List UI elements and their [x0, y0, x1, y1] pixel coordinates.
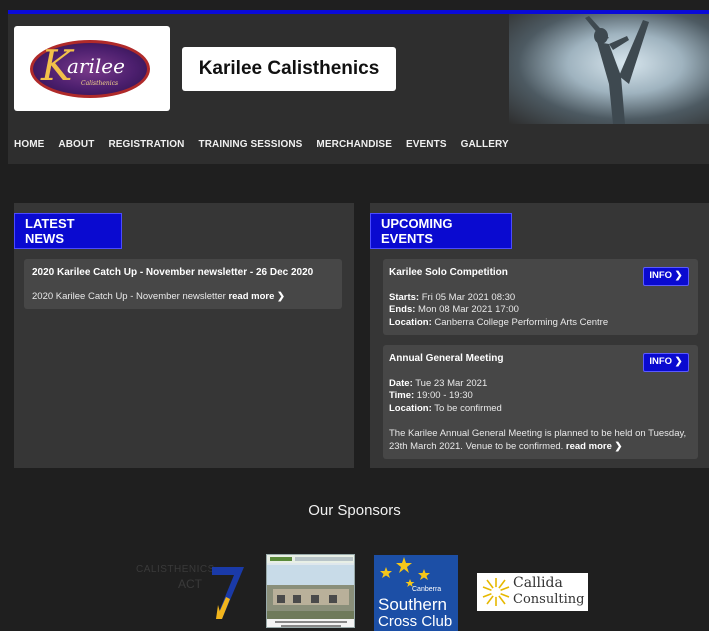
location-label: Location: — [389, 317, 432, 329]
sponsor-callida-line2: Consulting — [513, 592, 585, 607]
nav-merchandise[interactable]: MERCHANDISE — [316, 139, 392, 150]
logo-emblem: K arilee Calisthenics — [30, 40, 150, 98]
news-item-title[interactable]: 2020 Karilee Catch Up - November newslet… — [32, 266, 334, 280]
site-logo[interactable]: K arilee Calisthenics — [14, 26, 170, 111]
news-item-body: 2020 Karilee Catch Up - November newslet… — [32, 291, 334, 304]
event-description-text: The Karilee Annual General Meeting is pl… — [389, 427, 687, 452]
sponsor-southern-cross-club-logo[interactable]: Canberra Southern Cross Club — [374, 555, 458, 631]
dancer-silhouette-icon — [585, 16, 649, 124]
news-item[interactable]: 2020 Karilee Catch Up - November newslet… — [24, 259, 342, 309]
event-description: The Karilee Annual General Meeting is pl… — [389, 428, 692, 454]
nav-events[interactable]: EVENTS — [406, 139, 447, 150]
event-card[interactable]: Karilee Solo Competition INFO ❯ Starts: … — [383, 259, 698, 335]
nav-training-sessions[interactable]: TRAINING SESSIONS — [198, 139, 302, 150]
act-logo-mark-icon — [212, 567, 244, 619]
upcoming-events-heading: UPCOMING EVENTS — [370, 213, 512, 249]
logo-word: arilee — [67, 54, 125, 78]
ends-value: Mon 08 Mar 2021 17:00 — [415, 304, 519, 316]
latest-news-panel: LATEST NEWS 2020 Karilee Catch Up - Nove… — [14, 203, 354, 468]
location-value: Canberra College Performing Arts Centre — [431, 317, 609, 329]
time-label: Time: — [389, 390, 415, 402]
site-title-text: Karilee Calisthenics — [198, 58, 380, 79]
sponsor-callida-consulting-logo[interactable]: Callida Consulting — [477, 573, 588, 611]
nav-about[interactable]: ABOUT — [58, 139, 94, 150]
event-details: Date: Tue 23 Mar 2021 Time: 19:00 - 19:3… — [389, 378, 692, 416]
ends-label: Ends: — [389, 304, 416, 316]
starts-value: Fri 05 Mar 2021 08:30 — [419, 291, 516, 303]
logo-subtitle: Calisthenics — [81, 80, 119, 87]
hero-dancer-image — [509, 14, 709, 124]
date-label: Date: — [389, 377, 413, 389]
info-button[interactable]: INFO ❯ — [643, 353, 689, 372]
sponsors-heading: Our Sponsors — [308, 502, 401, 519]
sponsor-newsletter-photo[interactable] — [266, 554, 355, 628]
event-read-more-link[interactable]: read more ❯ — [566, 441, 623, 452]
nav-registration[interactable]: REGISTRATION — [108, 139, 184, 150]
nav-home[interactable]: HOME — [14, 139, 44, 150]
sponsor-photo-image — [267, 555, 354, 627]
news-read-more-link[interactable]: read more ❯ — [228, 291, 285, 302]
sponsor-club-line2: Cross Club — [378, 613, 453, 630]
latest-news-heading: LATEST NEWS — [14, 213, 122, 249]
sponsor-act-line2: ACT — [178, 577, 202, 591]
location-label: Location: — [389, 403, 432, 415]
upcoming-events-panel: UPCOMING EVENTS Karilee Solo Competition… — [370, 203, 709, 468]
news-item-summary: 2020 Karilee Catch Up - November newslet… — [32, 290, 226, 302]
sponsor-club-small: Canberra — [412, 586, 442, 593]
sponsor-act-line1: CALISTHENICS — [136, 564, 215, 575]
location-value: To be confirmed — [431, 403, 502, 415]
sponsor-calisthenics-act-logo[interactable]: CALISTHENICS ACT — [132, 557, 252, 621]
starts-label: Starts: — [389, 291, 420, 303]
time-value: 19:00 - 19:30 — [414, 390, 473, 402]
site-header: K arilee Calisthenics Karilee Calistheni… — [8, 14, 709, 124]
main-nav: HOME ABOUT REGISTRATION TRAINING SESSION… — [8, 124, 709, 164]
sponsor-callida-line1: Callida — [513, 575, 563, 591]
date-value: Tue 23 Mar 2021 — [412, 377, 488, 389]
event-card[interactable]: Annual General Meeting INFO ❯ Date: Tue … — [383, 345, 698, 459]
site-title[interactable]: Karilee Calisthenics — [182, 47, 396, 91]
nav-gallery[interactable]: GALLERY — [461, 139, 509, 150]
event-details: Starts: Fri 05 Mar 2021 08:30 Ends: Mon … — [389, 292, 692, 330]
info-button[interactable]: INFO ❯ — [643, 267, 689, 286]
sunburst-icon — [482, 578, 510, 606]
sponsor-club-line1: Southern — [378, 595, 447, 614]
